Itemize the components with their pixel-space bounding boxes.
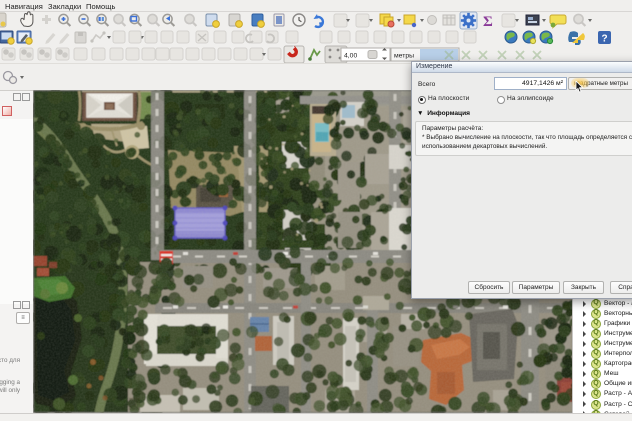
svg-text:метры: метры	[394, 53, 414, 60]
svg-text:?: ?	[602, 34, 608, 45]
svg-text:4,00: 4,00	[344, 53, 357, 60]
svg-text:Σ: Σ	[483, 14, 493, 30]
